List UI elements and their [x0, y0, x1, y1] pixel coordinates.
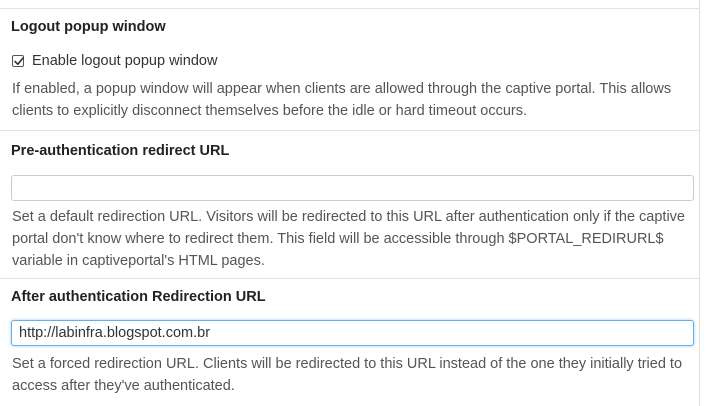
after-auth-redirect-row: After authentication Redirection URL Set… [0, 278, 699, 406]
preauth-redirect-help-text: Set a default redirection URL. Visitors … [12, 209, 685, 269]
logout-popup-help-text: If enabled, a popup window will appear w… [12, 81, 672, 119]
logout-popup-heading: Logout popup window [11, 19, 166, 35]
checkmark-icon [14, 57, 24, 65]
logout-popup-checkbox-wrap[interactable]: Enable logout popup window [12, 53, 217, 69]
after-auth-redirect-help-text: Set a forced redirection URL. Clients wi… [12, 356, 683, 394]
logout-popup-checkbox[interactable] [12, 55, 24, 67]
after-auth-redirect-input[interactable] [11, 320, 694, 346]
preauth-redirect-row: Pre-authentication redirect URL Set a de… [0, 130, 699, 278]
logout-popup-checkbox-label[interactable]: Enable logout popup window [32, 53, 217, 69]
preauth-redirect-input[interactable] [11, 175, 694, 201]
logout-popup-row: Logout popup window Enable logout popup … [0, 8, 699, 130]
captive-portal-settings-panel: Logout popup window Enable logout popup … [0, 0, 700, 406]
preauth-redirect-heading: Pre-authentication redirect URL [11, 143, 230, 159]
after-auth-redirect-heading: After authentication Redirection URL [11, 289, 266, 305]
